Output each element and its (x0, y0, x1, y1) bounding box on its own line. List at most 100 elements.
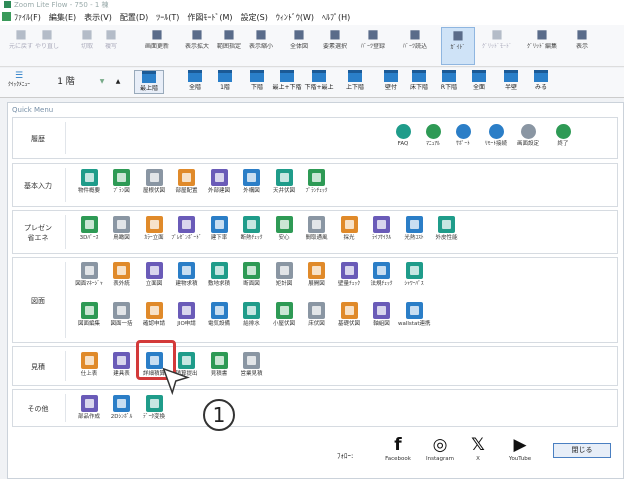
history-button[interactable]: ﾏﾆｭｱﾙ (417, 124, 449, 148)
floor-view-button[interactable]: R下階 (434, 70, 464, 92)
floor-select[interactable]: 1 階 (46, 71, 86, 93)
history-button[interactable]: ﾘﾓｰﾄ接続 (480, 124, 512, 148)
quick-menu-button[interactable]: ﾌﾟﾗﾝ図 (106, 169, 138, 195)
quick-menu-button[interactable]: 仕上表 (73, 352, 105, 378)
quick-menu-button[interactable]: 展開図 (301, 262, 333, 288)
menu-item[interactable]: ﾂｰﾙ(T) (156, 11, 179, 25)
quick-menu-button[interactable]: 安心 (268, 216, 300, 242)
floor-view-button[interactable]: 下階 (242, 70, 272, 92)
toolbar-parts-reg-button[interactable]: ■ ﾊﾟｰﾂ登録 (356, 27, 390, 51)
floor-view-button[interactable]: 上下階 (340, 70, 370, 92)
menu-item[interactable]: 配置(D) (120, 11, 148, 25)
quick-menu-button[interactable]: 敷地求積 (203, 262, 235, 288)
quick-menu-button[interactable]: ﾌﾟﾗﾝﾁｪｯｸ (301, 169, 333, 195)
quick-menu-button[interactable]: ﾌﾟﾚｾﾞﾝﾎﾞｰﾄﾞ (171, 216, 203, 242)
menu-item[interactable]: 編集(E) (49, 11, 76, 25)
toolbar-fit-button[interactable]: ■ 全体図 (282, 27, 316, 51)
social-link-youtube[interactable]: ▶ YouTube (498, 436, 542, 463)
quick-menu-button[interactable]: 確認申請 (138, 302, 170, 328)
quick-menu-button[interactable]: 法規ﾁｪｯｸ (366, 262, 398, 288)
quick-menu-button[interactable]: 採光 (333, 216, 365, 242)
quick-menu-button[interactable]: 外部建図 (203, 169, 235, 195)
floor-up-button[interactable]: ▲ (112, 71, 124, 93)
history-button[interactable]: ｻﾎﾟｰﾄ (447, 124, 479, 148)
toolbar-copy-button[interactable]: ■ 複写 (94, 27, 128, 51)
quick-menu-button[interactable]: 見積書 (203, 352, 235, 378)
quick-menu-toggle-button[interactable]: ☰ ｸｲｯｸﾒﾆｭｰ (4, 71, 34, 93)
quick-menu-button[interactable]: 給排水 (236, 302, 268, 328)
menu-item[interactable]: 表示(V) (84, 11, 112, 25)
menu-item[interactable]: ｳｨﾝﾄﾞｳ(W) (276, 11, 314, 25)
refresh-icon: ■ (151, 27, 163, 41)
quick-menu-button[interactable]: 小屋伏図 (268, 302, 300, 328)
toolbar-redo-button[interactable]: ■ やり直し (30, 27, 64, 51)
quick-menu-button[interactable]: 建下率 (203, 216, 235, 242)
social-link-facebook[interactable]: f Facebook (376, 436, 420, 463)
quick-menu-button[interactable]: 表外統 (106, 262, 138, 288)
quick-menu-button[interactable]: 間取通風 (301, 216, 333, 242)
floor-view-button[interactable]: 最上階 (134, 70, 164, 94)
quick-menu-button[interactable]: 断熱ﾁｪｯｸ (236, 216, 268, 242)
quick-menu-button[interactable]: 建具表 (106, 352, 138, 378)
quick-menu-button[interactable]: 2Dｼﾝﾎﾞﾙ (106, 395, 138, 421)
quick-menu-button[interactable]: 図面ﾏﾈｰｼﾞｬ (73, 262, 105, 288)
toolbar-refresh-button[interactable]: ■ 画面更新 (140, 27, 174, 51)
menu-item[interactable]: 設定(S) (241, 11, 268, 25)
quick-menu-button[interactable]: 物件概要 (73, 169, 105, 195)
toolbar-zoom-in-button[interactable]: ■ 表示拡大 (180, 27, 214, 51)
floor-down-button[interactable]: ▼ (96, 71, 108, 93)
history-button[interactable]: 終了 (547, 124, 579, 148)
quick-menu-button[interactable]: 建物求積 (171, 262, 203, 288)
quick-menu-button[interactable]: 電気設備 (203, 302, 235, 328)
quick-menu-button[interactable]: 図面編集 (73, 302, 105, 328)
history-button[interactable]: 画面設定 (512, 124, 544, 148)
quick-menu-button[interactable]: 外皮性能 (431, 216, 463, 242)
social-link-x[interactable]: 𝕏X (456, 436, 500, 463)
quick-menu-button[interactable]: 軸組図 (366, 302, 398, 328)
quick-menu-button[interactable]: 営業見積 (236, 352, 268, 378)
toolbar-select-button[interactable]: ■ 要素選択 (318, 27, 352, 51)
toolbar-view-button[interactable]: ■ 表示 (565, 27, 599, 51)
toolbar-guide-button[interactable]: ■ ｶﾞｲﾄﾞ (441, 27, 475, 65)
quick-menu-button[interactable]: 屋根伏図 (138, 169, 170, 195)
toolbar-grid-edit-button[interactable]: ■ ｸﾞﾘｯﾄﾞ編集 (525, 27, 559, 51)
quick-menu-button[interactable]: 光熱ｺｽﾄ (398, 216, 430, 242)
quick-menu-button[interactable]: 天井伏図 (268, 169, 300, 195)
toolbar-grid-button[interactable]: ■ ｸﾞﾘｯﾄﾞﾓｰﾄﾞ (480, 27, 514, 51)
quick-menu-button[interactable]: wallstat連携 (398, 302, 430, 328)
toolbar-zoom-area-button[interactable]: ■ 範囲指定 (212, 27, 246, 51)
menu-item[interactable]: ﾍﾙﾌﾟ(H) (322, 11, 350, 25)
quick-menu-button[interactable]: 部品作成 (73, 395, 105, 421)
floor-view-button[interactable]: 壁付 (376, 70, 406, 92)
floor-view-button[interactable]: 最上+下階 (272, 70, 302, 92)
quick-menu-button[interactable]: 外構図 (236, 169, 268, 195)
close-button[interactable]: 閉じる (553, 443, 611, 458)
history-button[interactable]: FAQ (387, 124, 419, 148)
quick-menu-button[interactable]: JIO申請 (171, 302, 203, 328)
quick-menu-button[interactable]: 3Dﾊﾟｰｽ (73, 216, 105, 242)
quick-menu-button[interactable]: 壁量ﾁｪｯｸ (333, 262, 365, 288)
app-menu-icon[interactable] (2, 12, 11, 21)
floor-view-button[interactable]: 半壁 (496, 70, 526, 92)
toolbar-zoom-out-button[interactable]: ■ 表示縮小 (244, 27, 278, 51)
floor-view-button[interactable]: 1階 (210, 70, 240, 92)
quick-menu-button[interactable]: 部屋配置 (171, 169, 203, 195)
floor-view-button[interactable]: 下階+最上 (304, 70, 334, 92)
floor-view-button[interactable]: 全階 (180, 70, 210, 92)
quick-menu-button[interactable]: ｼｬﾜｰﾊﾟｽ (398, 262, 430, 288)
quick-menu-button[interactable]: ｶﾗｰ立面 (138, 216, 170, 242)
quick-menu-button[interactable]: 床伏図 (301, 302, 333, 328)
menu-item[interactable]: 作図ﾓｰﾄﾞ(M) (187, 11, 232, 25)
floor-view-button[interactable]: 床下階 (404, 70, 434, 92)
quick-menu-button[interactable]: 図面一括 (106, 302, 138, 328)
quick-menu-button[interactable]: 立面図 (138, 262, 170, 288)
menu-item[interactable]: ﾌｧｲﾙ(F) (14, 11, 41, 25)
quick-menu-button[interactable]: 鳥瞰図 (106, 216, 138, 242)
quick-menu-button[interactable]: 断面図 (236, 262, 268, 288)
floor-view-button[interactable]: 全面 (464, 70, 494, 92)
quick-menu-button[interactable]: 矩計図 (268, 262, 300, 288)
quick-menu-button[interactable]: 基礎伏図 (333, 302, 365, 328)
toolbar-parts-load-button[interactable]: ■ ﾊﾟｰﾂ読込 (398, 27, 432, 51)
quick-menu-button[interactable]: ﾗｲﾌｻｲｸﾙ (366, 216, 398, 242)
floor-view-button[interactable]: みる (526, 70, 556, 92)
